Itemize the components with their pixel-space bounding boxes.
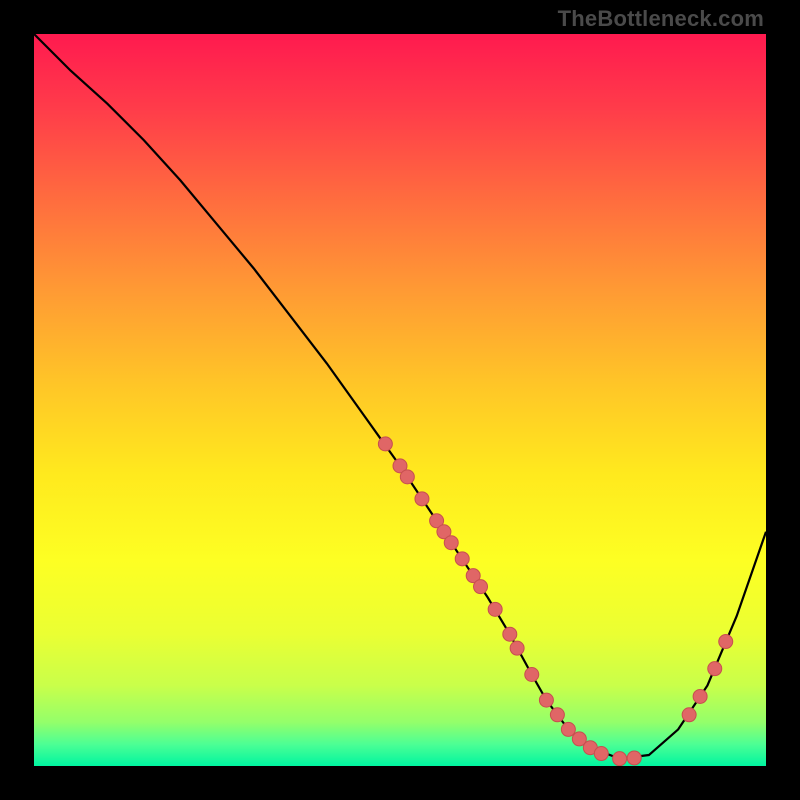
data-marker	[400, 470, 414, 484]
data-marker	[455, 552, 469, 566]
data-marker	[708, 662, 722, 676]
data-marker	[693, 689, 707, 703]
data-marker	[613, 752, 627, 766]
data-marker	[510, 641, 524, 655]
data-marker	[550, 708, 564, 722]
data-marker	[627, 751, 641, 765]
data-marker	[682, 708, 696, 722]
data-marker	[378, 437, 392, 451]
data-markers	[378, 437, 732, 766]
data-marker	[539, 693, 553, 707]
data-marker	[474, 580, 488, 594]
bottleneck-chart	[34, 34, 766, 766]
data-marker	[594, 747, 608, 761]
data-marker	[525, 668, 539, 682]
data-marker	[415, 492, 429, 506]
data-marker	[503, 627, 517, 641]
chart-frame	[34, 34, 766, 766]
data-marker	[719, 635, 733, 649]
data-marker	[444, 536, 458, 550]
data-marker	[488, 602, 502, 616]
bottleneck-curve	[34, 34, 766, 759]
data-marker	[561, 722, 575, 736]
attribution-label: TheBottleneck.com	[558, 6, 764, 32]
